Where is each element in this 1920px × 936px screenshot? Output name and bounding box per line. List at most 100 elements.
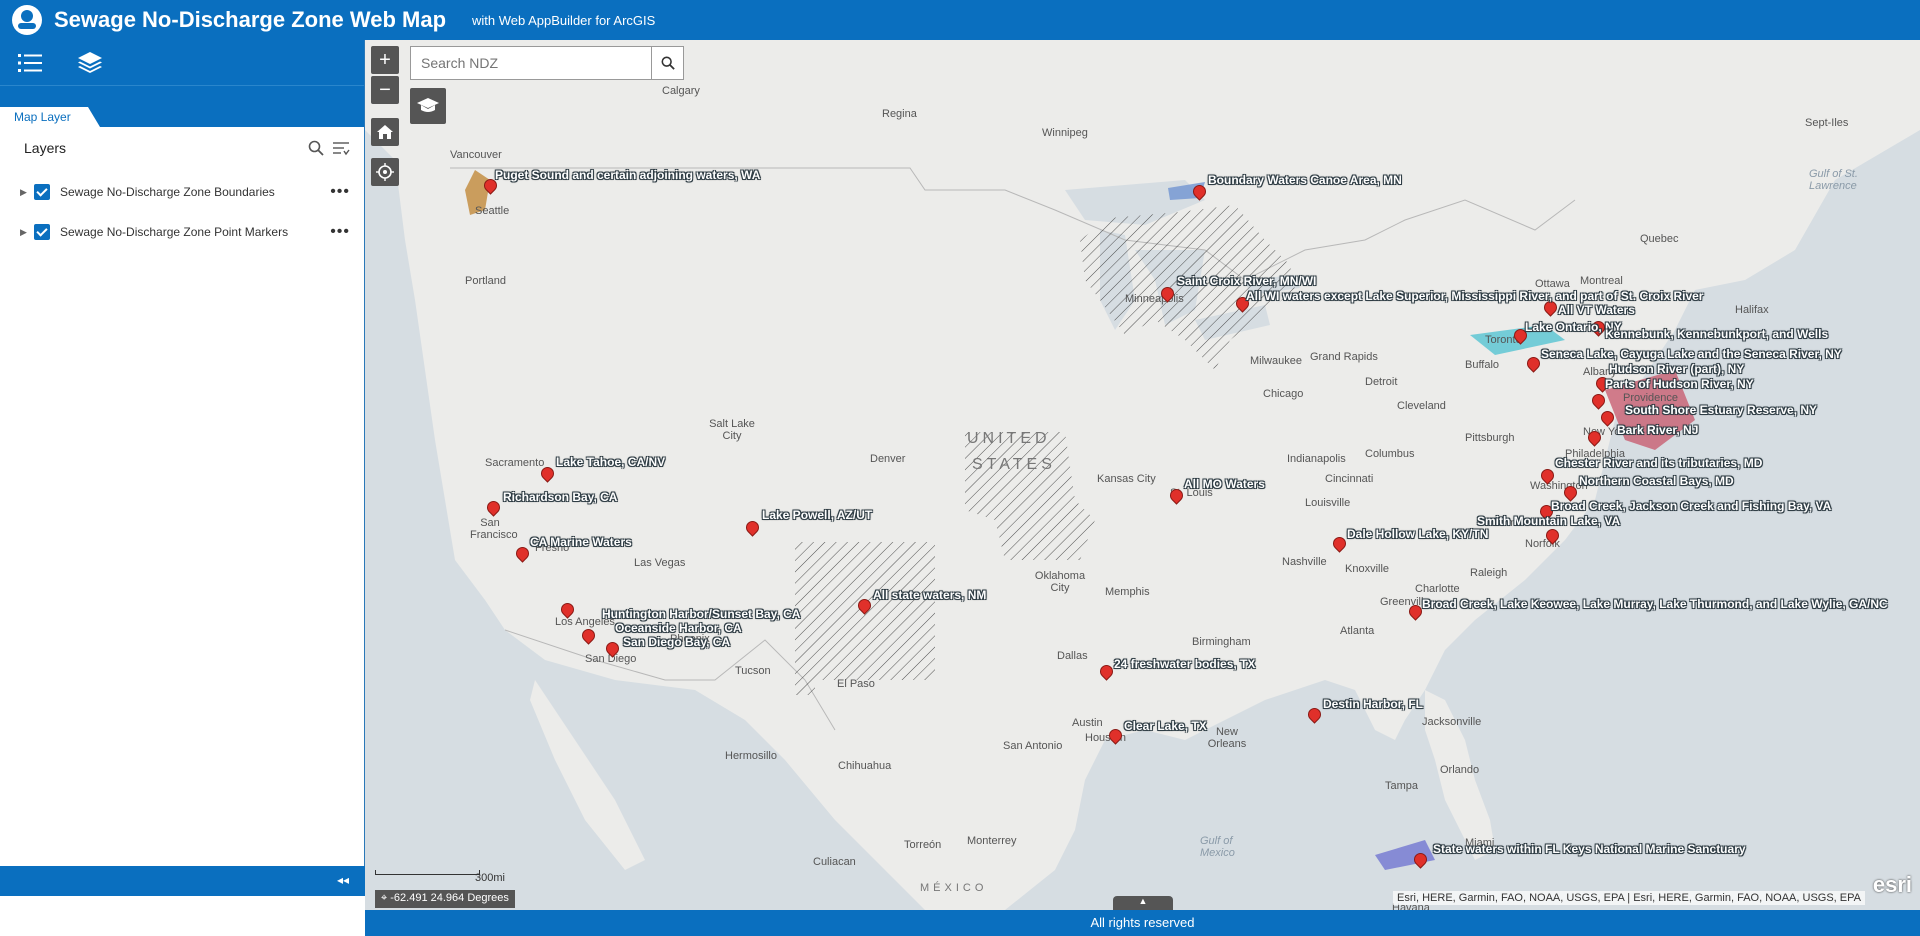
coordinate-text: -62.491 24.964 Degrees	[390, 892, 509, 904]
city-label: Minneapolis	[1125, 293, 1184, 305]
ndz-label: Dale Hollow Lake, KY/TN	[1347, 527, 1489, 541]
city-label: San Antonio	[1003, 740, 1063, 752]
more-options-icon[interactable]: •••	[330, 223, 350, 241]
ndz-label: San Diego Bay, CA	[623, 635, 731, 649]
coordinate-readout[interactable]: ⌖ -62.491 24.964 Degrees	[375, 890, 515, 908]
city-label: Sept-Iles	[1805, 117, 1849, 129]
expand-up-icon[interactable]: ▲	[1113, 896, 1173, 910]
sidebar-bottombar: ◂◂	[0, 866, 365, 896]
city-label: Montreal	[1580, 275, 1623, 287]
zoom-out-button[interactable]: −	[371, 76, 399, 104]
search-button[interactable]	[651, 47, 683, 79]
city-label: Las Vegas	[634, 557, 686, 569]
city-label: Jacksonville	[1422, 716, 1482, 728]
country-label: MÉXICO	[920, 882, 988, 894]
city-label: Portland	[465, 275, 506, 287]
city-label: El Paso	[837, 678, 875, 690]
city-label: Culiacan	[813, 856, 856, 868]
ndz-label: Northern Coastal Bays, MD	[1579, 474, 1734, 488]
scale-label: 300mi	[475, 872, 505, 884]
app-title: Sewage No-Discharge Zone Web Map	[54, 7, 447, 32]
ndz-label: Richardson Bay, CA	[503, 490, 618, 504]
city-label: Kansas City	[1097, 473, 1156, 485]
sidebar-strip	[0, 85, 364, 105]
water-label: Gulf of St. Lawrence	[1809, 168, 1858, 192]
sidebar-panel: Map Layer Layers ▶ Sewage No-Discharge Z…	[0, 40, 365, 896]
scale-bar: 300mi	[375, 870, 505, 884]
city-label: Tucson	[735, 665, 771, 677]
ndz-label: All state waters, NM	[873, 588, 987, 602]
legend-list-icon[interactable]	[0, 40, 60, 85]
country-label: STATES	[972, 456, 1056, 473]
ndz-label: Boundary Waters Canoe Area, MN	[1208, 173, 1402, 187]
tab-map-layer[interactable]: Map Layer	[0, 107, 100, 127]
layer-checkbox[interactable]	[34, 184, 50, 200]
city-label: Denver	[870, 453, 906, 465]
layer-tools	[308, 140, 350, 161]
city-label: Pittsburgh	[1465, 432, 1515, 444]
ndz-label: All MO Waters	[1184, 477, 1265, 491]
zoom-in-button[interactable]: +	[371, 46, 399, 74]
map-view[interactable]: + − UNITED STATES MÉXICO Gulf of St. Law…	[365, 40, 1920, 910]
ndz-label: Smith Mountain Lake, VA	[1477, 514, 1621, 528]
search-input[interactable]	[411, 47, 651, 79]
layer-checkbox[interactable]	[34, 224, 50, 240]
footer: ▲ All rights reserved	[365, 896, 1920, 936]
ndz-label: Chester River and its tributaries, MD	[1555, 456, 1763, 470]
ndz-label: Lake Powell, AZ/UT	[762, 508, 873, 522]
city-label: Indianapolis	[1287, 453, 1346, 465]
crosshair-icon: ⌖	[381, 892, 388, 904]
locate-button[interactable]	[371, 158, 399, 186]
city-label: Vancouver	[450, 149, 502, 161]
double-chevron-left-icon[interactable]: ◂◂	[337, 873, 349, 887]
ndz-label: CA Marine Waters	[530, 535, 632, 549]
city-label: Austin	[1072, 717, 1103, 729]
city-label: Cincinnati	[1325, 473, 1374, 485]
city-label: Charlotte	[1415, 583, 1460, 595]
basemap-gallery-button[interactable]	[410, 88, 446, 124]
filter-icon[interactable]	[332, 140, 350, 161]
graduation-cap-icon	[417, 98, 439, 112]
more-options-icon[interactable]: •••	[330, 183, 350, 201]
search-icon[interactable]	[308, 140, 324, 161]
expand-caret-icon[interactable]: ▶	[20, 187, 30, 198]
city-label: Seattle	[475, 205, 510, 217]
ndz-label: Puget Sound and certain adjoining waters…	[495, 168, 761, 182]
city-label: Regina	[882, 108, 917, 120]
layers-heading: Layers	[24, 140, 67, 156]
city-label: Memphis	[1105, 586, 1150, 598]
layer-label: Sewage No-Discharge Zone Boundaries	[60, 185, 275, 199]
sidebar-tabbar	[0, 40, 364, 85]
app-header: Sewage No-Discharge Zone Web Map with We…	[0, 0, 1920, 40]
ndz-label: Seneca Lake, Cayuga Lake and the Seneca …	[1541, 347, 1842, 361]
home-icon	[377, 125, 393, 139]
city-label: Torreón	[904, 839, 942, 851]
ndz-label: Kennebunk, Kennebunkport, and Wells	[1605, 327, 1829, 341]
city-label: Detroit	[1365, 376, 1398, 388]
search-icon	[661, 56, 675, 70]
city-label: Hermosillo	[725, 750, 777, 762]
city-label: Raleigh	[1470, 567, 1508, 579]
ndz-label: Hudson River (part), NY	[1609, 362, 1745, 376]
ndz-label: 24 freshwater bodies, TX	[1114, 657, 1256, 671]
ndz-label: South Shore Estuary Reserve, NY	[1625, 403, 1818, 417]
layer-label: Sewage No-Discharge Zone Point Markers	[60, 225, 289, 239]
country-label: UNITED	[967, 430, 1051, 447]
layer-row-point-markers[interactable]: ▶ Sewage No-Discharge Zone Point Markers…	[20, 220, 350, 244]
ndz-label: Saint Croix River, MN/WI	[1177, 274, 1317, 288]
ndz-label: Oceanside Harbor, CA	[615, 621, 742, 635]
city-label: Columbus	[1365, 448, 1415, 460]
city-label: Milwaukee	[1250, 355, 1302, 367]
ndz-label: Parts of Hudson River, NY	[1605, 377, 1754, 391]
layers-icon[interactable]	[60, 40, 120, 85]
layer-row-boundaries[interactable]: ▶ Sewage No-Discharge Zone Boundaries ••…	[20, 180, 350, 204]
city-label: Quebec	[1640, 233, 1679, 245]
app-logo-icon	[12, 5, 42, 35]
city-label: Dallas	[1057, 650, 1088, 662]
home-button[interactable]	[371, 118, 399, 146]
expand-caret-icon[interactable]: ▶	[20, 227, 30, 238]
ndz-label: All VT Waters	[1558, 303, 1635, 317]
city-label: Orlando	[1440, 764, 1480, 776]
ndz-label: Clear Lake, TX	[1124, 719, 1207, 733]
city-label: San Francisco	[470, 517, 518, 541]
